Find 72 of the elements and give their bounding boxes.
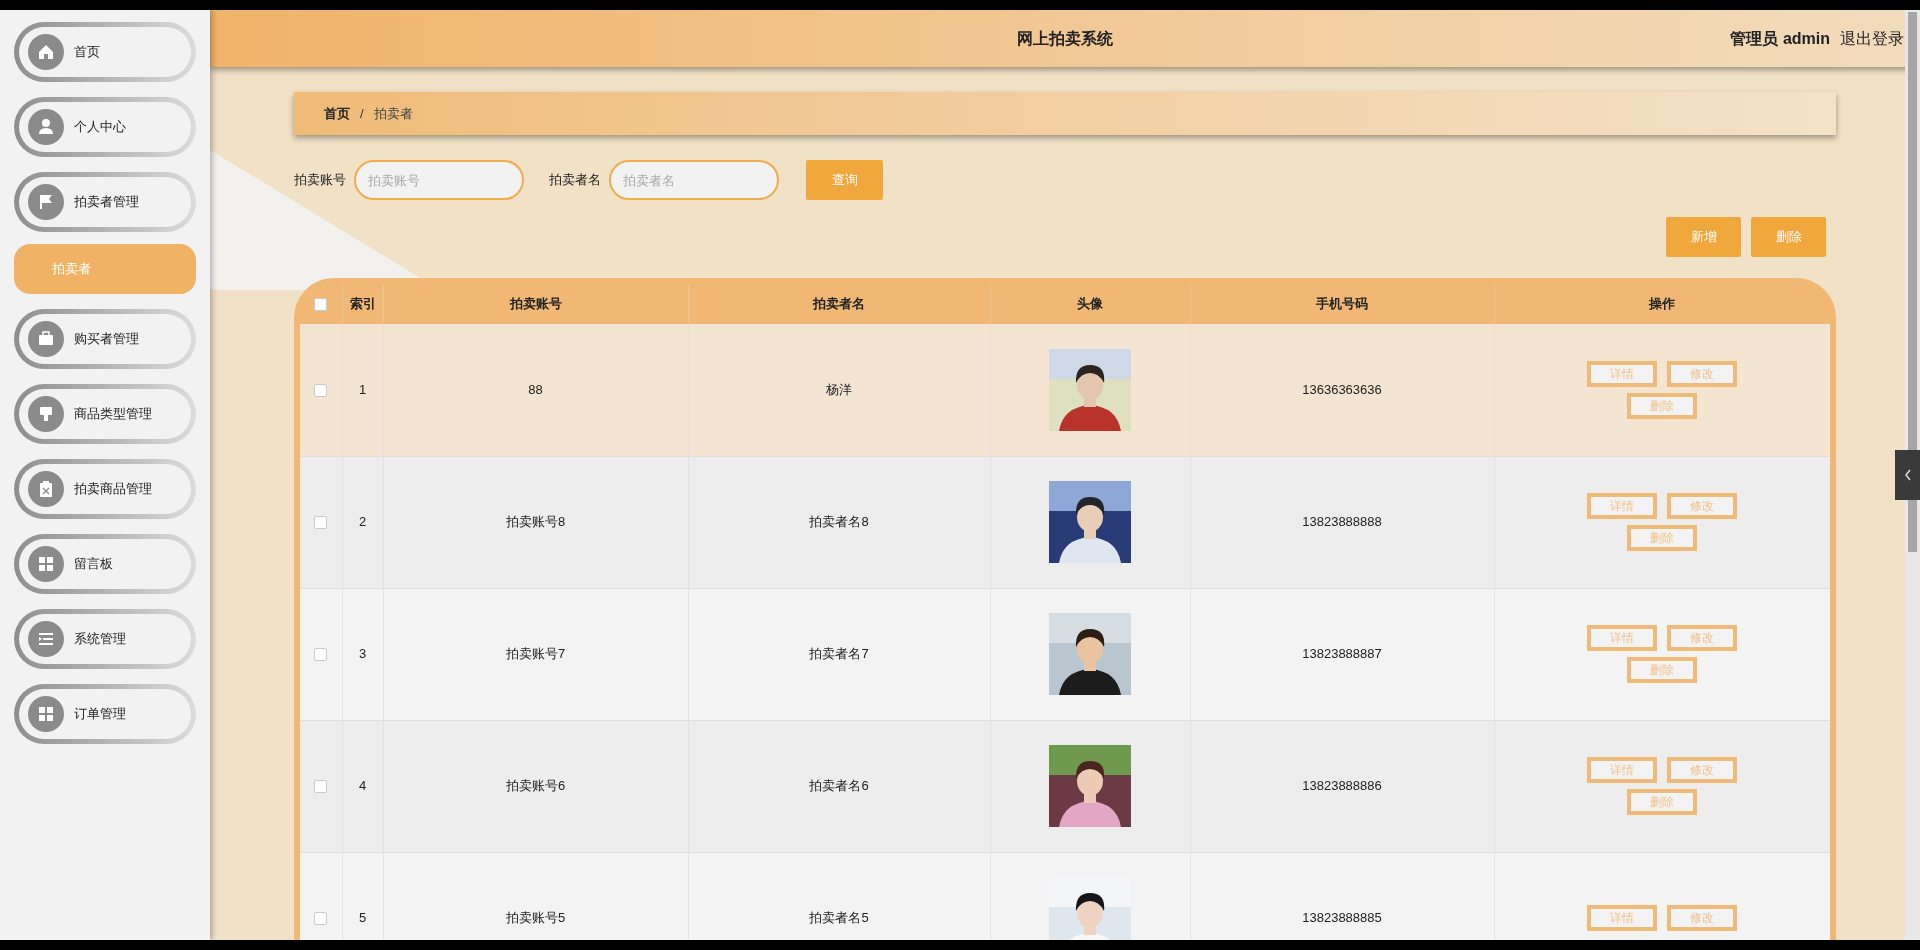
collapse-tab[interactable] [1895, 450, 1920, 500]
filter-label: 拍卖账号 [294, 171, 346, 190]
search-field[interactable]: 拍卖账号 [354, 160, 524, 200]
action-button[interactable]: 详情 [1587, 493, 1658, 519]
breadcrumb-separator: / [360, 104, 364, 123]
checkbox[interactable] [314, 648, 328, 662]
action-button[interactable]: 详情 [1587, 757, 1658, 783]
checkbox[interactable] [314, 384, 328, 398]
table-cell: 拍卖账号8 [505, 514, 566, 530]
table-row[interactable]: 1 88 杨洋 13636363636 详情 修改 删除 [300, 324, 1830, 456]
table-cell: 13823888886 [1302, 778, 1382, 794]
menu-item[interactable]: 购买者管理 [14, 309, 196, 369]
action-button[interactable]: 删除 [1627, 525, 1698, 551]
table-cell: 杨洋 [826, 382, 852, 397]
table-cell: 拍卖者名7 [809, 646, 869, 662]
action-button[interactable]: 删除 [1627, 657, 1698, 683]
table-cell: 13823888888 [1302, 514, 1382, 530]
delete-button[interactable]: 删除 [1751, 217, 1826, 257]
action-button[interactable]: 修改 [1667, 493, 1738, 519]
table-cell: 13823888887 [1302, 646, 1382, 662]
action-button[interactable]: 修改 [1667, 757, 1738, 783]
action-button[interactable]: 删除 [1627, 789, 1698, 815]
table-cell: 88 [528, 382, 543, 397]
action-button[interactable]: 详情 [1587, 360, 1658, 387]
table-cell: 拍卖账号6 [505, 778, 566, 794]
chevron-left-icon [1903, 469, 1912, 481]
menu-item[interactable]: 系统管理 [14, 609, 196, 669]
column-header: 操作 [1494, 284, 1830, 324]
action-button[interactable]: 修改 [1667, 625, 1738, 651]
breadcrumb-item: 拍卖者 [373, 104, 413, 123]
index-cell: 4 [358, 778, 367, 794]
table-row[interactable]: 2 拍卖账号8 拍卖者名8 13823888888 详情 修改 删除 [300, 456, 1830, 588]
action-button[interactable]: 详情 [1587, 905, 1658, 931]
breadcrumb-item[interactable]: 首页 [324, 103, 350, 124]
menu-item[interactable]: 留言板 [14, 534, 196, 594]
checkbox[interactable] [314, 298, 328, 312]
index-cell: 2 [358, 514, 367, 530]
table-row[interactable]: 4 拍卖账号6 拍卖者名6 13823888886 详情 修改 删除 [300, 720, 1830, 852]
menu-item[interactable]: 首页 [14, 22, 196, 82]
checkbox[interactable] [314, 780, 328, 794]
table-row[interactable]: 3 拍卖账号7 拍卖者名7 13823888887 详情 修改 删除 [300, 588, 1830, 720]
search-field[interactable]: 拍卖者名 [609, 160, 779, 200]
table-row[interactable]: 5 拍卖账号5 拍卖者名5 13823888885 详情 修改 [300, 852, 1830, 940]
index-cell: 3 [358, 646, 367, 662]
table-cell: 拍卖账号7 [505, 646, 566, 662]
action-button[interactable]: 修改 [1667, 905, 1738, 931]
table-cell: 13636363636 [1302, 382, 1382, 397]
search-button[interactable]: 查询 [806, 160, 883, 200]
index-cell: 5 [358, 910, 367, 926]
table-cell: 拍卖账号5 [505, 910, 566, 926]
table-cell: 拍卖者名6 [809, 778, 869, 794]
menu-item[interactable]: 拍卖者管理 [14, 172, 196, 232]
checkbox[interactable] [314, 516, 328, 530]
scrollbar[interactable] [1905, 10, 1920, 940]
submenu-item[interactable]: 拍卖者 [14, 244, 196, 294]
table-cell: 13823888885 [1302, 910, 1382, 926]
user-label: 管理员 admin [1730, 28, 1830, 49]
app-title: 网上拍卖系统 [1017, 28, 1113, 49]
action-button[interactable]: 修改 [1667, 360, 1738, 387]
menu-item[interactable]: 拍卖商品管理 [14, 459, 196, 519]
filter-label: 拍卖者名 [549, 171, 601, 190]
table-cell: 拍卖者名5 [809, 910, 869, 926]
table-cell: 拍卖者名8 [809, 514, 869, 530]
action-button[interactable]: 删除 [1627, 392, 1698, 419]
logout-link[interactable]: 退出登录 [1840, 26, 1904, 51]
checkbox[interactable] [314, 912, 328, 926]
menu-item[interactable]: 个人中心 [14, 97, 196, 157]
add-button[interactable]: 新增 [1666, 217, 1741, 257]
action-button[interactable]: 详情 [1587, 625, 1658, 651]
menu-item[interactable]: 订单管理 [14, 684, 196, 744]
menu-item[interactable]: 商品类型管理 [14, 384, 196, 444]
index-cell: 1 [358, 382, 367, 397]
